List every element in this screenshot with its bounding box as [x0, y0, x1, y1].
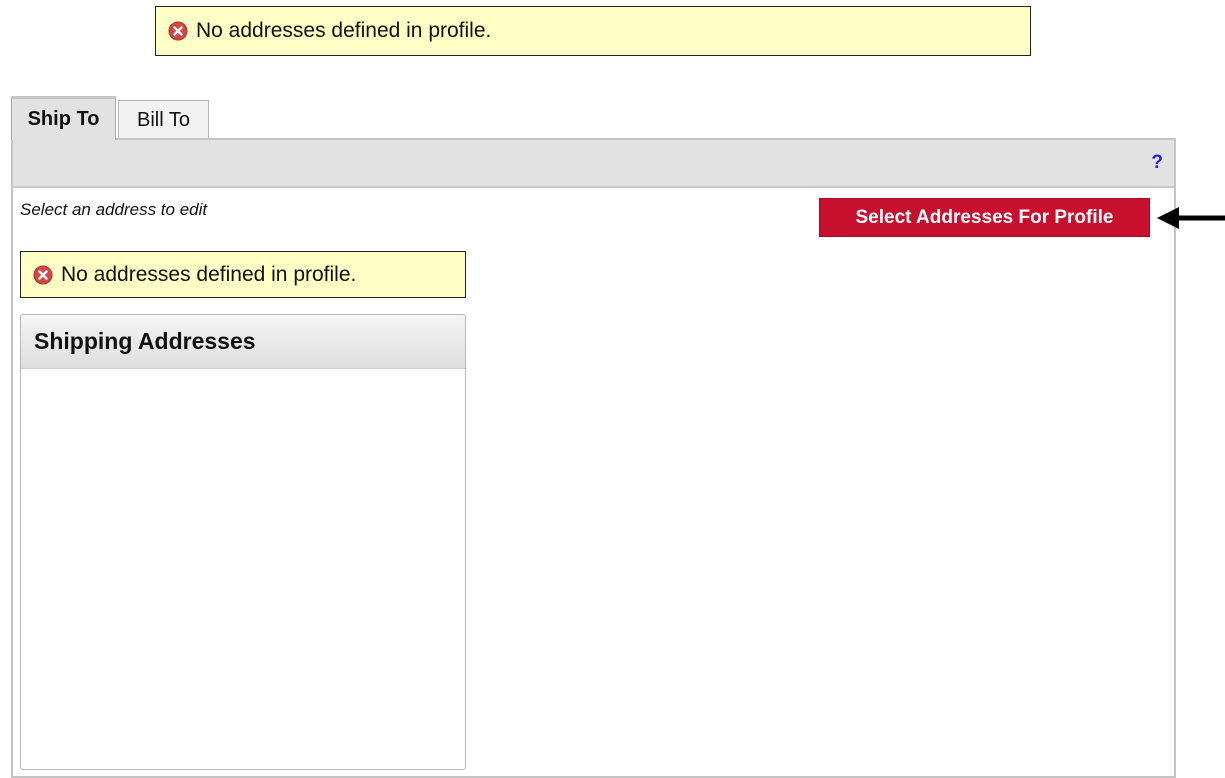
tab-ship-to-label: Ship To [27, 108, 100, 130]
top-error-text: No addresses defined in profile. [196, 19, 492, 42]
select-addresses-button[interactable]: Select Addresses For Profile [819, 198, 1150, 237]
tab-ship-to[interactable]: Ship To [11, 96, 116, 140]
panel-header-bar [13, 140, 1174, 188]
instructions-text: Select an address to edit [20, 200, 208, 219]
error-icon [168, 21, 188, 41]
error-icon [33, 265, 53, 284]
shipping-addresses-title: Shipping Addresses [21, 315, 465, 369]
tab-bill-to-label: Bill To [137, 109, 190, 131]
inner-error-banner: No addresses defined in profile. [20, 251, 466, 298]
help-link[interactable]: ? [1151, 152, 1163, 174]
shipping-addresses-box: Shipping Addresses [20, 314, 466, 770]
tab-bill-to[interactable]: Bill To [118, 100, 209, 140]
select-addresses-button-label: Select Addresses For Profile [855, 206, 1114, 228]
inner-error-text: No addresses defined in profile. [61, 262, 357, 286]
left-arrow-icon [1157, 207, 1225, 229]
top-error-banner: No addresses defined in profile. [155, 6, 1031, 56]
